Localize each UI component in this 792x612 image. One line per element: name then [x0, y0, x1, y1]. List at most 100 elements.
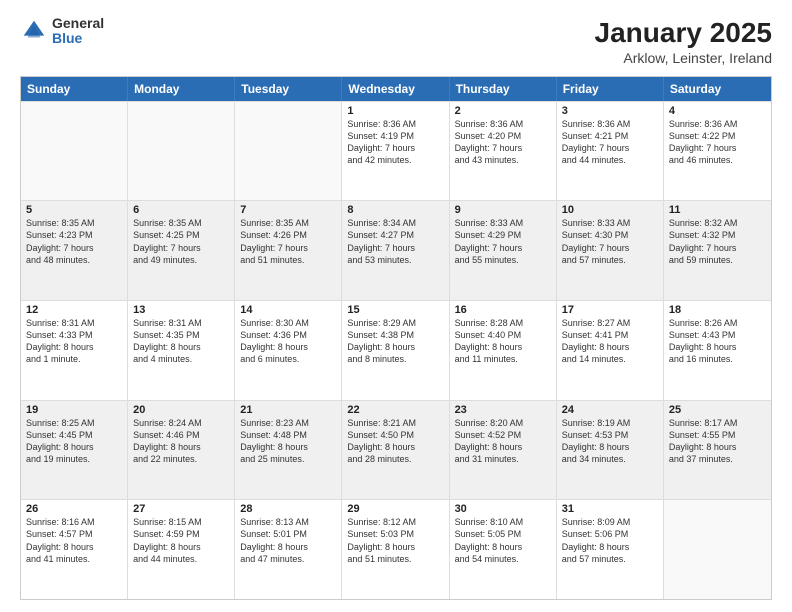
cell-info: Sunrise: 8:27 AM Sunset: 4:41 PM Dayligh… [562, 317, 658, 366]
calendar-cell: 31Sunrise: 8:09 AM Sunset: 5:06 PM Dayli… [557, 500, 664, 599]
cell-info: Sunrise: 8:30 AM Sunset: 4:36 PM Dayligh… [240, 317, 336, 366]
logo-icon [20, 17, 48, 45]
title-block: January 2025 Arklow, Leinster, Ireland [595, 16, 772, 66]
day-number: 21 [240, 404, 336, 416]
calendar-cell: 13Sunrise: 8:31 AM Sunset: 4:35 PM Dayli… [128, 301, 235, 400]
calendar-cell: 10Sunrise: 8:33 AM Sunset: 4:30 PM Dayli… [557, 201, 664, 300]
day-number: 7 [240, 204, 336, 216]
weekday-header: Friday [557, 77, 664, 101]
calendar-cell: 22Sunrise: 8:21 AM Sunset: 4:50 PM Dayli… [342, 401, 449, 500]
day-number: 24 [562, 404, 658, 416]
day-number: 8 [347, 204, 443, 216]
day-number: 15 [347, 304, 443, 316]
day-number: 16 [455, 304, 551, 316]
calendar-cell: 30Sunrise: 8:10 AM Sunset: 5:05 PM Dayli… [450, 500, 557, 599]
logo: General Blue [20, 16, 104, 47]
day-number: 28 [240, 503, 336, 515]
calendar-cell: 28Sunrise: 8:13 AM Sunset: 5:01 PM Dayli… [235, 500, 342, 599]
cell-info: Sunrise: 8:09 AM Sunset: 5:06 PM Dayligh… [562, 516, 658, 565]
calendar-cell [235, 102, 342, 201]
day-number: 11 [669, 204, 766, 216]
calendar-cell: 16Sunrise: 8:28 AM Sunset: 4:40 PM Dayli… [450, 301, 557, 400]
logo-text: General Blue [52, 16, 104, 47]
cell-info: Sunrise: 8:34 AM Sunset: 4:27 PM Dayligh… [347, 217, 443, 266]
calendar-cell: 11Sunrise: 8:32 AM Sunset: 4:32 PM Dayli… [664, 201, 771, 300]
cell-info: Sunrise: 8:24 AM Sunset: 4:46 PM Dayligh… [133, 417, 229, 466]
day-number: 27 [133, 503, 229, 515]
cell-info: Sunrise: 8:13 AM Sunset: 5:01 PM Dayligh… [240, 516, 336, 565]
calendar-cell: 17Sunrise: 8:27 AM Sunset: 4:41 PM Dayli… [557, 301, 664, 400]
day-number: 31 [562, 503, 658, 515]
cell-info: Sunrise: 8:36 AM Sunset: 4:20 PM Dayligh… [455, 118, 551, 167]
calendar-cell [664, 500, 771, 599]
calendar-cell [128, 102, 235, 201]
cell-info: Sunrise: 8:10 AM Sunset: 5:05 PM Dayligh… [455, 516, 551, 565]
calendar-cell: 6Sunrise: 8:35 AM Sunset: 4:25 PM Daylig… [128, 201, 235, 300]
calendar-cell [21, 102, 128, 201]
calendar-cell: 20Sunrise: 8:24 AM Sunset: 4:46 PM Dayli… [128, 401, 235, 500]
cell-info: Sunrise: 8:21 AM Sunset: 4:50 PM Dayligh… [347, 417, 443, 466]
calendar-cell: 19Sunrise: 8:25 AM Sunset: 4:45 PM Dayli… [21, 401, 128, 500]
calendar-cell: 3Sunrise: 8:36 AM Sunset: 4:21 PM Daylig… [557, 102, 664, 201]
day-number: 19 [26, 404, 122, 416]
calendar-cell: 2Sunrise: 8:36 AM Sunset: 4:20 PM Daylig… [450, 102, 557, 201]
logo-blue: Blue [52, 31, 104, 46]
calendar-row: 12Sunrise: 8:31 AM Sunset: 4:33 PM Dayli… [21, 300, 771, 400]
calendar-cell: 14Sunrise: 8:30 AM Sunset: 4:36 PM Dayli… [235, 301, 342, 400]
calendar-cell: 25Sunrise: 8:17 AM Sunset: 4:55 PM Dayli… [664, 401, 771, 500]
cell-info: Sunrise: 8:28 AM Sunset: 4:40 PM Dayligh… [455, 317, 551, 366]
cell-info: Sunrise: 8:26 AM Sunset: 4:43 PM Dayligh… [669, 317, 766, 366]
calendar-cell: 1Sunrise: 8:36 AM Sunset: 4:19 PM Daylig… [342, 102, 449, 201]
subtitle: Arklow, Leinster, Ireland [595, 50, 772, 66]
calendar-cell: 18Sunrise: 8:26 AM Sunset: 4:43 PM Dayli… [664, 301, 771, 400]
day-number: 17 [562, 304, 658, 316]
calendar-cell: 9Sunrise: 8:33 AM Sunset: 4:29 PM Daylig… [450, 201, 557, 300]
calendar-cell: 27Sunrise: 8:15 AM Sunset: 4:59 PM Dayli… [128, 500, 235, 599]
day-number: 20 [133, 404, 229, 416]
day-number: 18 [669, 304, 766, 316]
calendar-cell: 24Sunrise: 8:19 AM Sunset: 4:53 PM Dayli… [557, 401, 664, 500]
cell-info: Sunrise: 8:16 AM Sunset: 4:57 PM Dayligh… [26, 516, 122, 565]
cell-info: Sunrise: 8:32 AM Sunset: 4:32 PM Dayligh… [669, 217, 766, 266]
calendar-body: 1Sunrise: 8:36 AM Sunset: 4:19 PM Daylig… [21, 101, 771, 599]
weekday-header: Saturday [664, 77, 771, 101]
header: General Blue January 2025 Arklow, Leinst… [20, 16, 772, 66]
calendar-row: 5Sunrise: 8:35 AM Sunset: 4:23 PM Daylig… [21, 200, 771, 300]
cell-info: Sunrise: 8:36 AM Sunset: 4:21 PM Dayligh… [562, 118, 658, 167]
cell-info: Sunrise: 8:36 AM Sunset: 4:22 PM Dayligh… [669, 118, 766, 167]
cell-info: Sunrise: 8:17 AM Sunset: 4:55 PM Dayligh… [669, 417, 766, 466]
cell-info: Sunrise: 8:33 AM Sunset: 4:29 PM Dayligh… [455, 217, 551, 266]
calendar-header: SundayMondayTuesdayWednesdayThursdayFrid… [21, 77, 771, 101]
cell-info: Sunrise: 8:15 AM Sunset: 4:59 PM Dayligh… [133, 516, 229, 565]
cell-info: Sunrise: 8:23 AM Sunset: 4:48 PM Dayligh… [240, 417, 336, 466]
day-number: 6 [133, 204, 229, 216]
calendar: SundayMondayTuesdayWednesdayThursdayFrid… [20, 76, 772, 600]
day-number: 10 [562, 204, 658, 216]
calendar-cell: 26Sunrise: 8:16 AM Sunset: 4:57 PM Dayli… [21, 500, 128, 599]
calendar-row: 1Sunrise: 8:36 AM Sunset: 4:19 PM Daylig… [21, 101, 771, 201]
day-number: 3 [562, 105, 658, 117]
calendar-row: 19Sunrise: 8:25 AM Sunset: 4:45 PM Dayli… [21, 400, 771, 500]
day-number: 30 [455, 503, 551, 515]
cell-info: Sunrise: 8:12 AM Sunset: 5:03 PM Dayligh… [347, 516, 443, 565]
cell-info: Sunrise: 8:29 AM Sunset: 4:38 PM Dayligh… [347, 317, 443, 366]
cell-info: Sunrise: 8:31 AM Sunset: 4:33 PM Dayligh… [26, 317, 122, 366]
day-number: 26 [26, 503, 122, 515]
day-number: 22 [347, 404, 443, 416]
day-number: 25 [669, 404, 766, 416]
day-number: 9 [455, 204, 551, 216]
weekday-header: Wednesday [342, 77, 449, 101]
calendar-cell: 8Sunrise: 8:34 AM Sunset: 4:27 PM Daylig… [342, 201, 449, 300]
cell-info: Sunrise: 8:36 AM Sunset: 4:19 PM Dayligh… [347, 118, 443, 167]
calendar-cell: 12Sunrise: 8:31 AM Sunset: 4:33 PM Dayli… [21, 301, 128, 400]
calendar-cell: 23Sunrise: 8:20 AM Sunset: 4:52 PM Dayli… [450, 401, 557, 500]
day-number: 1 [347, 105, 443, 117]
calendar-cell: 21Sunrise: 8:23 AM Sunset: 4:48 PM Dayli… [235, 401, 342, 500]
calendar-cell: 29Sunrise: 8:12 AM Sunset: 5:03 PM Dayli… [342, 500, 449, 599]
day-number: 13 [133, 304, 229, 316]
cell-info: Sunrise: 8:33 AM Sunset: 4:30 PM Dayligh… [562, 217, 658, 266]
cell-info: Sunrise: 8:19 AM Sunset: 4:53 PM Dayligh… [562, 417, 658, 466]
calendar-row: 26Sunrise: 8:16 AM Sunset: 4:57 PM Dayli… [21, 499, 771, 599]
cell-info: Sunrise: 8:25 AM Sunset: 4:45 PM Dayligh… [26, 417, 122, 466]
day-number: 4 [669, 105, 766, 117]
